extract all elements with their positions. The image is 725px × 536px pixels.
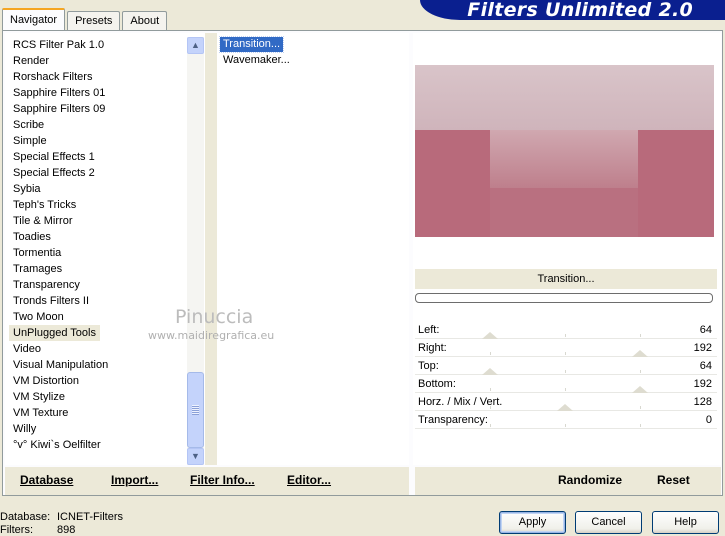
left-command-bar: Database Import... Filter Info... Editor… [5, 467, 409, 495]
parameter-value: 0 [705, 414, 712, 426]
category-item[interactable]: Tormentia [13, 245, 61, 261]
parameter-row[interactable]: Horz. / Mix / Vert. 128 [415, 393, 717, 411]
tab-about[interactable]: About [122, 11, 168, 30]
filters-value: 898 [57, 524, 76, 536]
parameter-label: Left: [418, 324, 440, 336]
cancel-button[interactable]: Cancel [575, 511, 642, 534]
category-item[interactable]: Teph's Tricks [13, 197, 76, 213]
tab-strip: Navigator Presets About [2, 8, 169, 30]
category-item[interactable]: Special Effects 1 [13, 149, 95, 165]
category-item[interactable]: Scribe [13, 117, 44, 133]
category-item[interactable]: RCS Filter Pak 1.0 [13, 37, 104, 53]
title-banner: Filters Unlimited 2.0 [420, 0, 725, 21]
filters-label: Filters: [0, 524, 33, 536]
category-item[interactable]: Video [13, 341, 41, 357]
parameter-label: Transparency: [418, 414, 488, 426]
parameter-label: Horz. / Mix / Vert. [418, 396, 503, 408]
category-item[interactable]: Transparency [13, 277, 80, 293]
category-item[interactable]: Willy [13, 421, 36, 437]
category-item[interactable]: Two Moon [13, 309, 64, 325]
category-item[interactable]: Special Effects 2 [13, 165, 95, 181]
category-item[interactable]: Tramages [13, 261, 62, 277]
grip-icon [192, 405, 199, 415]
parameter-label: Right: [418, 342, 447, 354]
scroll-thumb[interactable] [187, 372, 204, 448]
category-item[interactable]: VM Stylize [13, 389, 65, 405]
category-item[interactable]: °v° Kiwi`s Oelfilter [13, 437, 101, 453]
parameter-row[interactable]: Right: 192 [415, 339, 717, 357]
parameter-row[interactable]: Top: 64 [415, 357, 717, 375]
parameter-value: 64 [699, 360, 712, 372]
category-item[interactable]: Tile & Mirror [13, 213, 72, 229]
parameter-value: 64 [699, 324, 712, 336]
filter-panel: Transition... Left: 64 Right: 192 Top: 64 Bott… [413, 33, 721, 465]
category-item[interactable]: Rorshack Filters [13, 69, 92, 85]
slider-thumb[interactable] [482, 368, 498, 375]
filter-info-link[interactable]: Filter Info... [190, 473, 255, 487]
category-item[interactable]: Sapphire Filters 01 [13, 85, 105, 101]
filter-item[interactable]: Transition... [218, 36, 285, 53]
database-label: Database: [0, 511, 51, 523]
category-item[interactable]: Sybia [13, 181, 41, 197]
chevron-down-icon[interactable]: ▼ [187, 448, 204, 465]
preview-image [415, 65, 714, 237]
category-item[interactable]: Simple [13, 133, 47, 149]
database-value: ICNET-Filters [57, 511, 123, 523]
right-command-bar: Randomize Reset [415, 467, 721, 495]
apply-button[interactable]: Apply [499, 511, 566, 534]
parameter-row[interactable]: Bottom: 192 [415, 375, 717, 393]
filter-name-bar: Transition... [415, 269, 717, 289]
slider-thumb[interactable] [557, 404, 573, 411]
category-item[interactable]: VM Distortion [13, 373, 79, 389]
category-item[interactable]: Visual Manipulation [13, 357, 108, 373]
help-button[interactable]: Help [652, 511, 719, 534]
category-item[interactable]: Render [13, 53, 49, 69]
slider-thumb[interactable] [482, 332, 498, 339]
filter-item[interactable]: Wavemaker... [220, 53, 293, 68]
parameter-list: Left: 64 Right: 192 Top: 64 Bottom: 192 Horz. / … [415, 321, 717, 429]
tab-navigator[interactable]: Navigator [2, 8, 66, 30]
parameter-value: 192 [693, 378, 712, 390]
parameter-value: 128 [693, 396, 712, 408]
parameter-value: 192 [693, 342, 712, 354]
banner-title: Filters Unlimited 2.0 [467, 0, 693, 21]
main-panel: ▲ ▼ RCS Filter Pak 1.0 Render Rorshack Fil… [2, 30, 723, 496]
slider-thumb[interactable] [632, 386, 648, 393]
database-link[interactable]: Database [20, 473, 73, 487]
parameter-label: Bottom: [418, 378, 456, 390]
randomize-link[interactable]: Randomize [558, 473, 622, 487]
slider-thumb[interactable] [632, 350, 648, 357]
editor-link[interactable]: Editor... [287, 473, 331, 487]
chevron-up-icon[interactable]: ▲ [187, 37, 204, 54]
category-item[interactable]: Tronds Filters II [13, 293, 89, 309]
parameter-row[interactable]: Transparency: 0 [415, 411, 717, 429]
watermark-url: www.maidiregrafica.eu [148, 329, 275, 342]
watermark-name: Pinuccia [175, 306, 254, 328]
category-item[interactable]: UnPlugged Tools [9, 325, 100, 341]
progress-bar [415, 293, 713, 303]
filter-list[interactable]: Transition... Wavemaker... [217, 33, 409, 465]
parameter-row[interactable]: Left: 64 [415, 321, 717, 339]
status-info: Database: ICNET-Filters Filters: 898 [0, 511, 123, 536]
category-list[interactable]: ▲ ▼ RCS Filter Pak 1.0 Render Rorshack Fil… [5, 33, 205, 465]
category-item[interactable]: Toadies [13, 229, 51, 245]
parameter-label: Top: [418, 360, 439, 372]
category-scrollbar[interactable]: ▲ ▼ [187, 37, 204, 465]
import-link[interactable]: Import... [111, 473, 158, 487]
reset-link[interactable]: Reset [657, 473, 690, 487]
tab-presets[interactable]: Presets [67, 11, 121, 30]
category-item[interactable]: Sapphire Filters 09 [13, 101, 105, 117]
list-separator [205, 33, 217, 465]
category-item[interactable]: VM Texture [13, 405, 68, 421]
